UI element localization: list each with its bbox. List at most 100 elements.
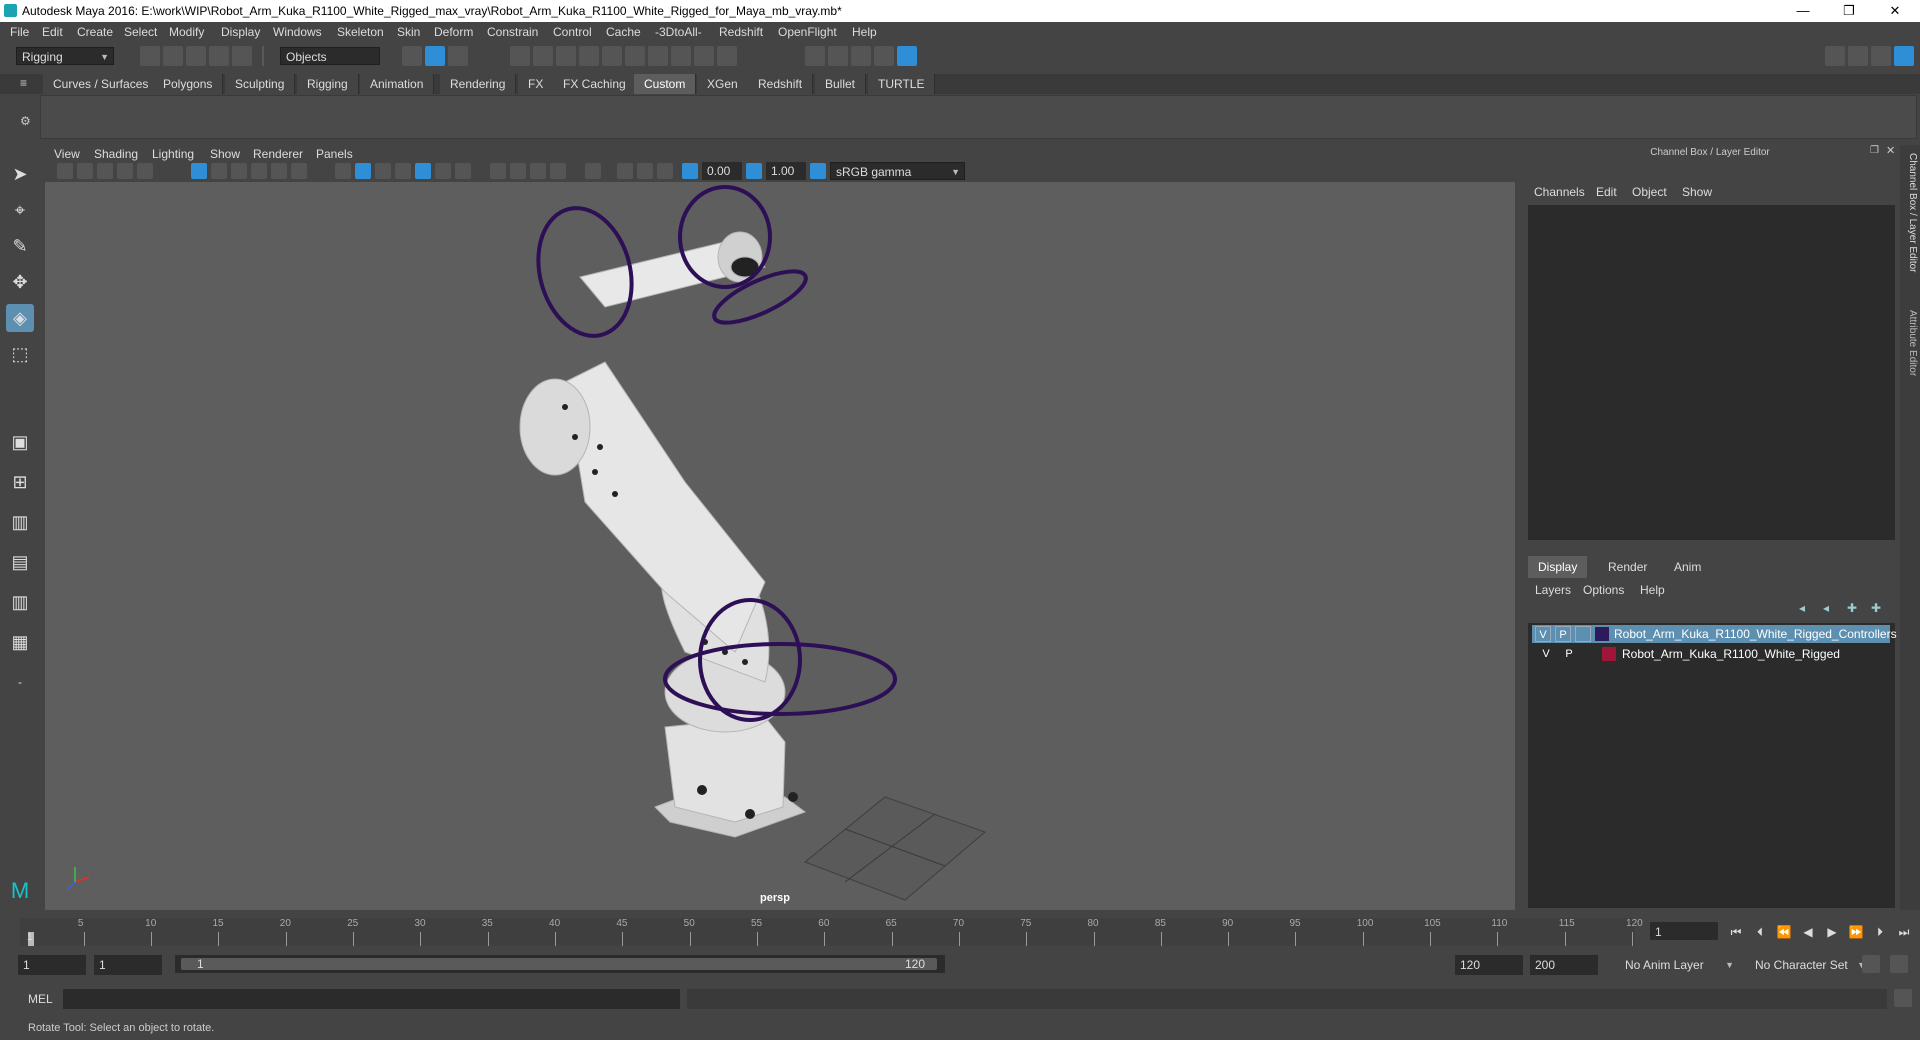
animation-preferences-icon[interactable] <box>1890 955 1908 973</box>
new-layer-selected-icon[interactable]: ✚ <box>1871 601 1881 615</box>
layer-playback-toggle[interactable]: P <box>1555 626 1571 642</box>
channel-box-menu-show[interactable]: Show <box>1682 185 1712 199</box>
menu-edit[interactable]: Edit <box>42 25 63 39</box>
close-button[interactable]: ✕ <box>1872 0 1918 22</box>
lock-icon[interactable] <box>694 46 714 66</box>
menu-skin[interactable]: Skin <box>397 25 420 39</box>
select-tool-icon[interactable]: ➤ <box>6 160 34 188</box>
menu-file[interactable]: File <box>10 25 29 39</box>
menuset-dropdown[interactable]: Rigging ▼ <box>16 47 114 65</box>
shelf-menu-icon[interactable]: ≡ <box>20 76 27 90</box>
layer-playback-toggle[interactable]: P <box>1561 646 1577 662</box>
camera-tools-icon[interactable] <box>77 163 93 179</box>
layer-color-swatch[interactable] <box>1595 627 1609 641</box>
move-tool-icon[interactable]: ✥ <box>6 268 34 296</box>
menu-display[interactable]: Display <box>221 25 260 39</box>
gate-mask-icon[interactable] <box>251 163 267 179</box>
layer-menu-layers[interactable]: Layers <box>1535 583 1571 597</box>
menu-3dtoall[interactable]: -3DtoAll- <box>655 25 702 39</box>
new-empty-layer-icon[interactable]: ✚ <box>1847 601 1857 615</box>
viewport-menu-view[interactable]: View <box>54 147 80 161</box>
command-language-label[interactable]: MEL <box>28 992 53 1006</box>
rotate-tool-icon[interactable]: ◈ <box>6 304 34 332</box>
textured-icon[interactable] <box>415 163 431 179</box>
play-forwards-icon[interactable]: ▶ <box>1822 922 1842 942</box>
resolution-gate-icon[interactable] <box>231 163 247 179</box>
render-view-icon[interactable] <box>897 46 917 66</box>
menu-control[interactable]: Control <box>553 25 592 39</box>
color-management-icon[interactable] <box>810 163 826 179</box>
four-view-layout-icon[interactable]: ⊞ <box>6 468 34 496</box>
menu-deform[interactable]: Deform <box>434 25 473 39</box>
undo-icon[interactable] <box>209 46 229 66</box>
float-panel-icon[interactable]: ❐ <box>1870 145 1879 156</box>
redo-icon[interactable] <box>232 46 252 66</box>
shadows-icon[interactable] <box>455 163 471 179</box>
motion-blur-icon[interactable] <box>510 163 526 179</box>
menu-windows[interactable]: Windows <box>273 25 322 39</box>
xray-joints-icon[interactable] <box>637 163 653 179</box>
viewport-menu-renderer[interactable]: Renderer <box>253 147 303 161</box>
time-slider[interactable]: 1 5 10 15 20 25 30 35 40 45 50 55 60 65 70 75 80 85 90 95 1… <box>20 918 1643 946</box>
tab-rendering[interactable]: Rendering <box>440 74 517 94</box>
layer-row[interactable]: V P Robot_Arm_Kuka_R1100_White_Rigged_Co… <box>1532 625 1897 643</box>
select-component-icon[interactable] <box>448 46 468 66</box>
use-all-lights-icon[interactable] <box>435 163 451 179</box>
lasso-tool-icon[interactable]: ⌖ <box>6 196 34 224</box>
channel-box-menu-object[interactable]: Object <box>1632 185 1667 199</box>
menu-create[interactable]: Create <box>77 25 113 39</box>
snap-grid-icon[interactable] <box>510 46 530 66</box>
menu-redshift[interactable]: Redshift <box>719 25 763 39</box>
paint-select-tool-icon[interactable]: ✎ <box>6 232 34 260</box>
scale-tool-icon[interactable]: ⬚ <box>6 340 34 368</box>
step-back-key-icon[interactable]: ⏪ <box>1774 922 1794 942</box>
tab-bullet[interactable]: Bullet <box>815 74 867 94</box>
film-gate-icon[interactable] <box>211 163 227 179</box>
menu-openflight[interactable]: OpenFlight <box>778 25 837 39</box>
maximize-button[interactable]: ❐ <box>1826 0 1872 22</box>
tab-redshift[interactable]: Redshift <box>748 74 814 94</box>
viewport-menu-panels[interactable]: Panels <box>316 147 353 161</box>
channel-box-menu-channels[interactable]: Channels <box>1534 185 1585 199</box>
exposure-icon[interactable] <box>682 163 698 179</box>
snap-curve-icon[interactable] <box>533 46 553 66</box>
go-to-end-icon[interactable]: ⏭ <box>1894 922 1914 942</box>
animation-end-field[interactable]: 200 <box>1530 955 1598 975</box>
tab-fx-caching[interactable]: FX Caching <box>553 74 637 94</box>
menu-skeleton[interactable]: Skeleton <box>337 25 384 39</box>
select-object-icon[interactable] <box>425 46 445 66</box>
persp-graph-layout-icon[interactable]: ▤ <box>6 548 34 576</box>
menu-help[interactable]: Help <box>852 25 877 39</box>
range-slider-handle[interactable] <box>181 958 937 970</box>
tab-xgen[interactable]: XGen <box>697 74 749 94</box>
range-slider[interactable]: 1 120 <box>175 955 945 973</box>
tab-sculpting[interactable]: Sculpting <box>225 74 296 94</box>
wireframe-on-shaded-icon[interactable] <box>395 163 411 179</box>
menu-modify[interactable]: Modify <box>169 25 204 39</box>
layer-display-type-toggle[interactable] <box>1575 626 1591 642</box>
grid-toggle-icon[interactable] <box>191 163 207 179</box>
viewport-menu-show[interactable]: Show <box>210 147 240 161</box>
save-scene-icon[interactable] <box>186 46 206 66</box>
outliner-persp-layout-icon[interactable]: ▥ <box>6 588 34 616</box>
side-tab-attribute-editor[interactable]: Attribute Editor <box>1902 310 1918 376</box>
layer-color-swatch[interactable] <box>1602 647 1616 661</box>
persp-outliner-layout-icon[interactable]: ▥ <box>6 508 34 536</box>
hypershade-icon[interactable] <box>874 46 894 66</box>
snap-point-icon[interactable] <box>556 46 576 66</box>
gamma-field[interactable]: 1.00 <box>766 162 806 180</box>
ipr-render-icon[interactable] <box>828 46 848 66</box>
layer-display-type-toggle[interactable] <box>1582 646 1598 662</box>
step-forward-key-icon[interactable]: ⏩ <box>1846 922 1866 942</box>
tab-rigging[interactable]: Rigging <box>297 74 359 94</box>
custom-layout-icon[interactable]: - <box>6 668 34 696</box>
viewport-menu-lighting[interactable]: Lighting <box>152 147 194 161</box>
default-material-icon[interactable] <box>375 163 391 179</box>
channel-box-toggle-icon[interactable] <box>1894 46 1914 66</box>
open-scene-icon[interactable] <box>163 46 183 66</box>
menu-constrain[interactable]: Constrain <box>487 25 538 39</box>
snap-view-icon[interactable] <box>648 46 668 66</box>
tab-curves-surfaces[interactable]: Curves / Surfaces <box>43 74 160 94</box>
move-layer-down-icon[interactable]: ◂ <box>1823 601 1829 615</box>
camera-attributes-icon[interactable] <box>57 163 73 179</box>
